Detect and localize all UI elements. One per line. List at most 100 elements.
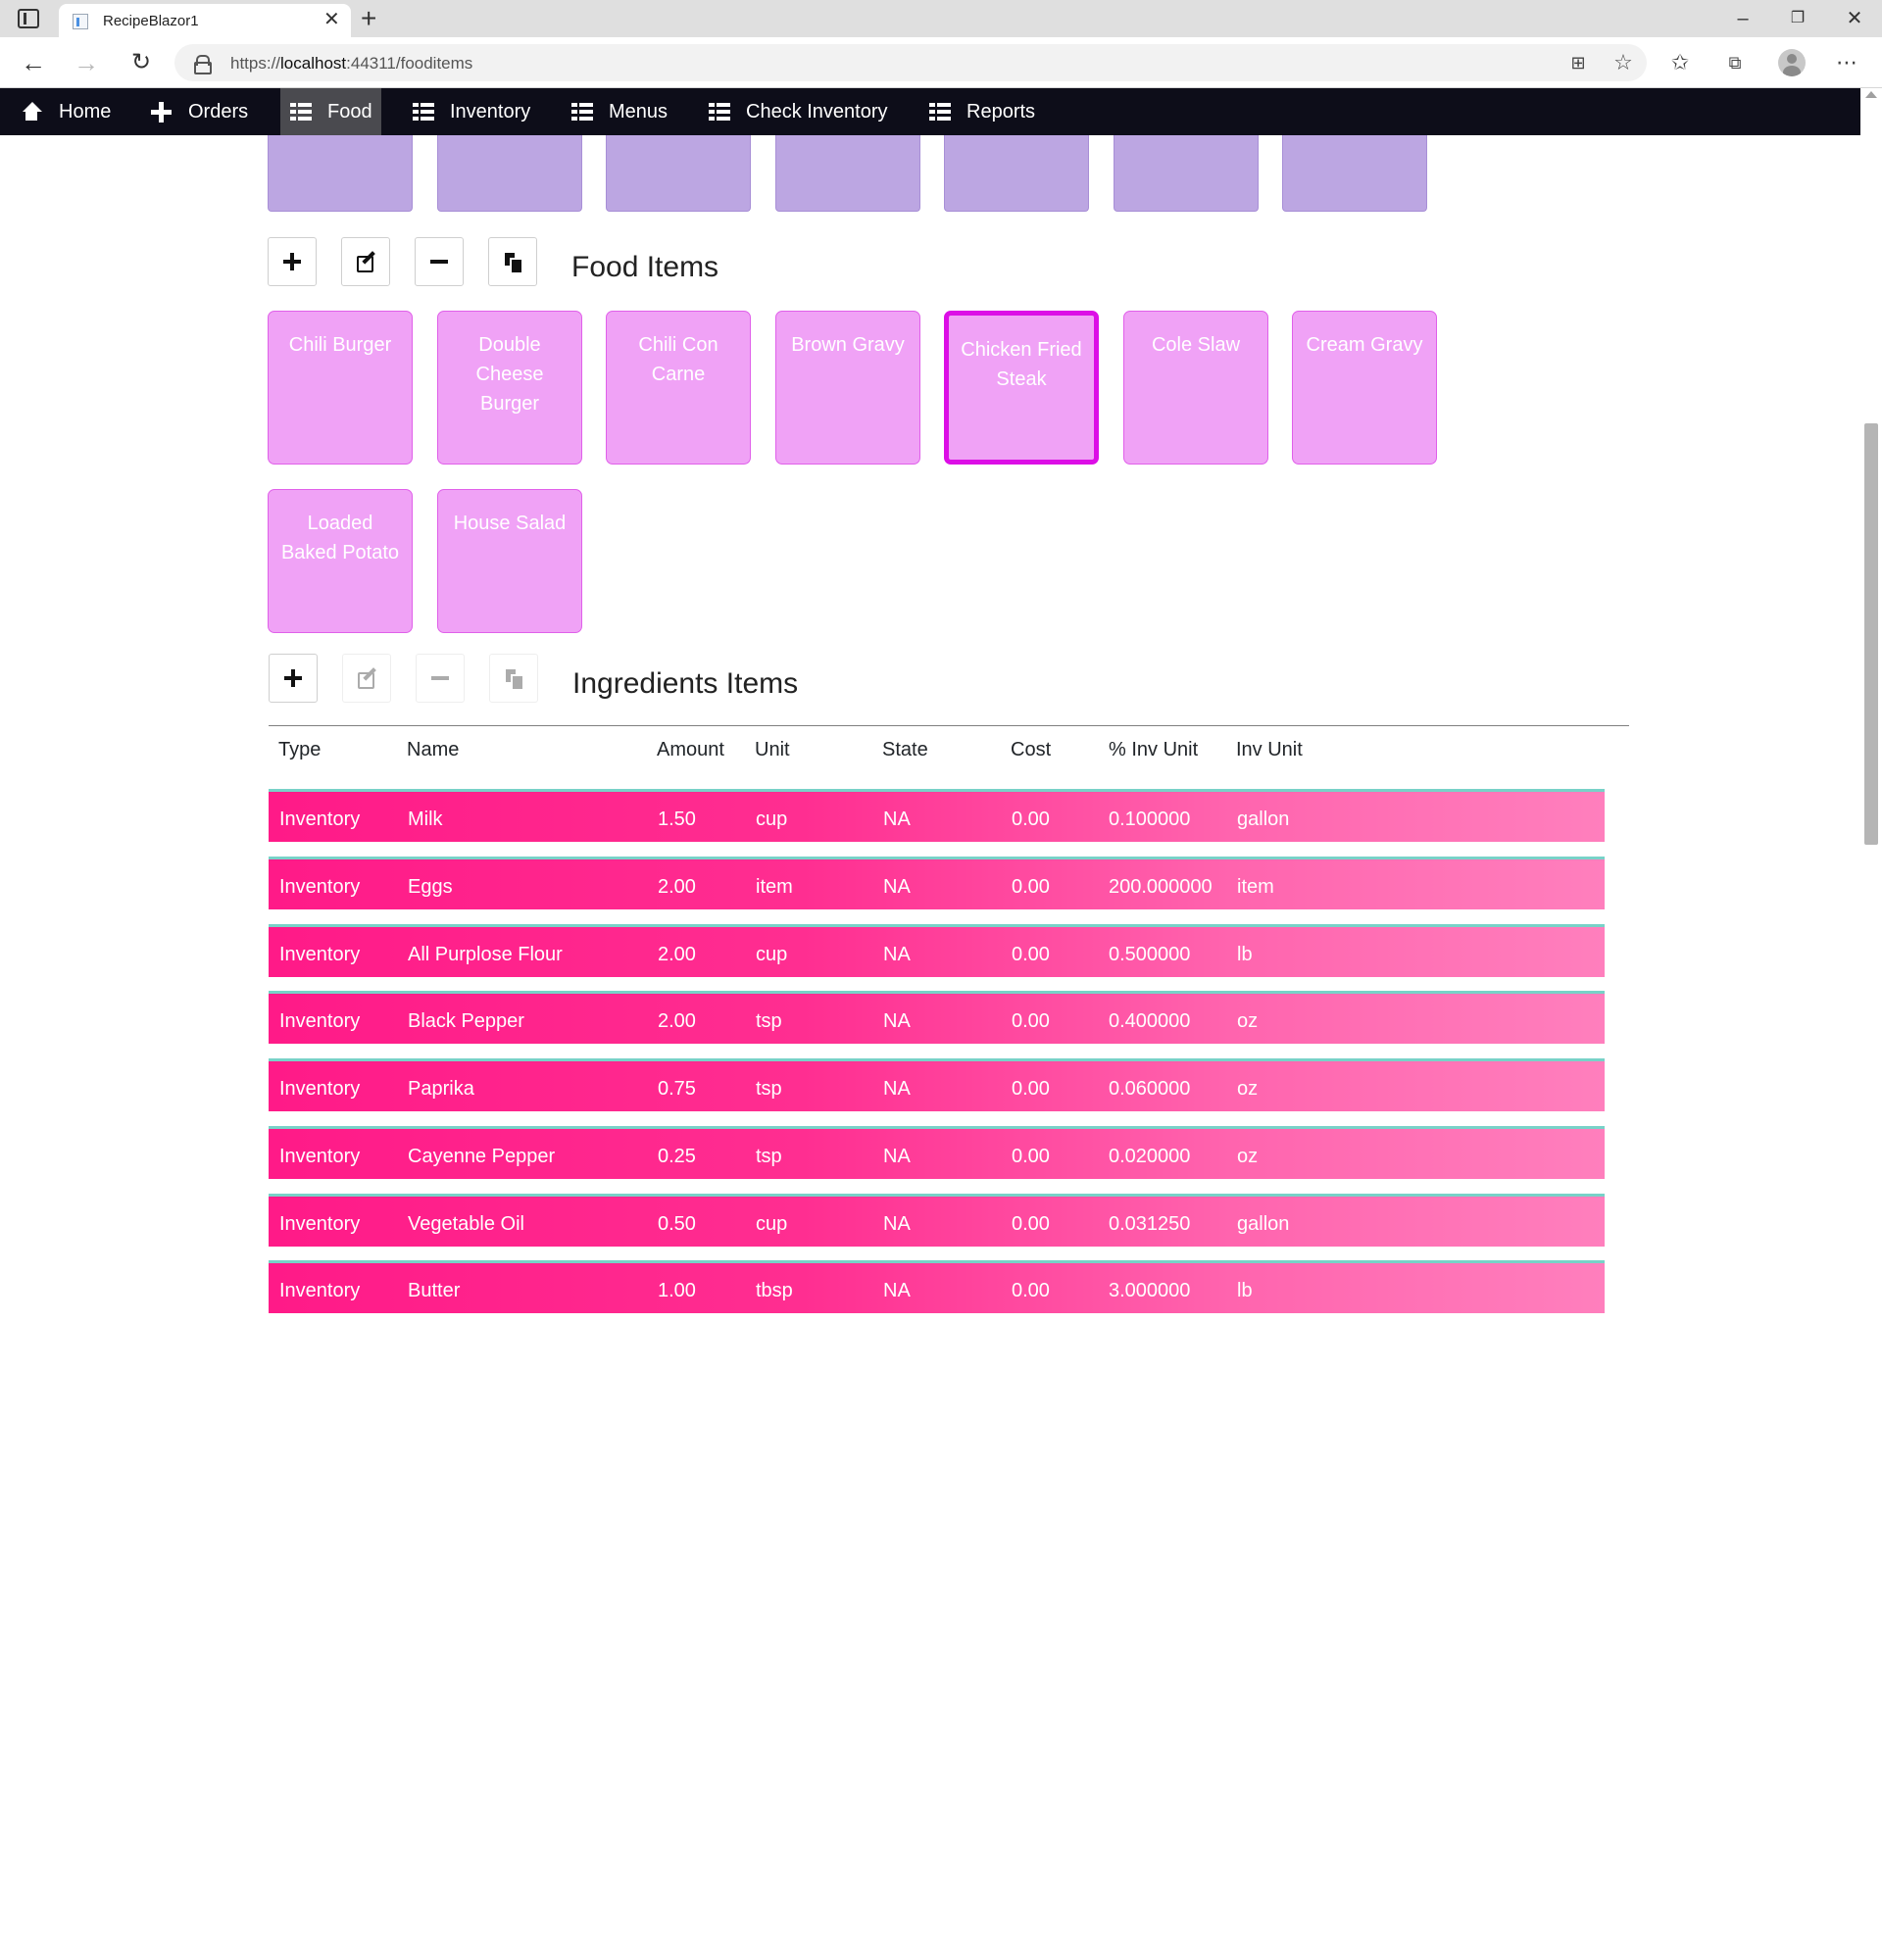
add-favorite-icon[interactable]: ☆ — [1610, 49, 1637, 76]
table-row[interactable]: Inventory Milk 1.50 cup NA 0.00 0.100000… — [269, 789, 1605, 842]
nav-menus-label: Menus — [609, 100, 669, 122]
url-text[interactable]: https://localhost:44311/fooditems — [230, 54, 472, 74]
address-bar[interactable]: https://localhost:44311/fooditems — [174, 44, 1647, 81]
nav-orders[interactable]: Orders — [151, 88, 248, 135]
food-item-tile[interactable]: Chili Con Carne — [606, 311, 751, 465]
cell-type: Inventory — [279, 1280, 361, 1301]
cell-state: NA — [883, 876, 911, 898]
table-divider — [269, 725, 1629, 726]
home-icon — [22, 102, 43, 122]
cell-cost: 0.00 — [1012, 808, 1050, 830]
nav-home[interactable]: Home — [22, 88, 111, 135]
cell-unit: item — [756, 876, 793, 898]
plus-icon — [283, 668, 303, 688]
list-icon — [571, 102, 593, 122]
nav-inventory[interactable]: Inventory — [413, 88, 530, 135]
table-row[interactable]: Inventory Paprika 0.75 tsp NA 0.00 0.060… — [269, 1058, 1605, 1111]
category-tile[interactable] — [1114, 135, 1259, 212]
cell-pct-inv-unit: 0.100000 — [1109, 808, 1191, 830]
window-close-icon[interactable]: ✕ — [1835, 4, 1874, 33]
minus-icon — [429, 252, 449, 271]
column-header: % Inv Unit — [1109, 739, 1199, 760]
lock-icon[interactable] — [194, 55, 212, 74]
food-item-name: Brown Gravy — [791, 334, 905, 356]
category-tile[interactable] — [775, 135, 920, 212]
cell-state: NA — [883, 1280, 911, 1301]
minimize-icon[interactable]: – — [1723, 4, 1762, 33]
ingredients-items-title: Ingredients Items — [572, 667, 799, 700]
column-header: Cost — [1011, 739, 1052, 760]
profile-avatar[interactable] — [1778, 49, 1806, 76]
collections-icon[interactable]: ⧉ — [1721, 49, 1749, 76]
tab-title: RecipeBlazor1 — [103, 13, 199, 29]
copy-icon — [503, 252, 523, 274]
table-row[interactable]: Inventory All Purplose Flour 2.00 cup NA… — [269, 924, 1605, 977]
category-tile[interactable] — [268, 135, 413, 212]
category-tile[interactable] — [437, 135, 582, 212]
plus-icon — [282, 252, 302, 271]
copy-ingredient-button[interactable] — [489, 654, 538, 703]
category-tile[interactable] — [944, 135, 1089, 212]
food-item-tile[interactable]: Cole Slaw — [1123, 311, 1268, 465]
forward-icon[interactable]: → — [69, 45, 104, 80]
tab-actions-icon[interactable] — [18, 9, 39, 28]
table-row[interactable]: Inventory Eggs 2.00 item NA 0.00 200.000… — [269, 857, 1605, 909]
cell-inv-unit: oz — [1237, 1146, 1259, 1167]
scroll-up-icon[interactable] — [1865, 91, 1877, 98]
browser-tab[interactable]: RecipeBlazor1 ✕ — [59, 4, 351, 37]
back-icon[interactable]: ← — [16, 45, 51, 80]
restore-icon[interactable]: ❐ — [1778, 4, 1817, 33]
food-item-tile[interactable]: Loaded Baked Potato — [268, 489, 413, 633]
cell-pct-inv-unit: 0.400000 — [1109, 1010, 1191, 1032]
cell-type: Inventory — [279, 944, 361, 965]
new-tab-icon[interactable]: + — [361, 4, 376, 33]
refresh-icon[interactable]: ↻ — [124, 45, 159, 80]
close-tab-icon[interactable]: ✕ — [323, 10, 340, 29]
app-available-icon[interactable]: ⊞ — [1564, 49, 1592, 76]
page-scrollbar[interactable] — [1860, 88, 1882, 1960]
edit-food-button[interactable] — [341, 237, 390, 286]
favorites-icon[interactable]: ✩ — [1666, 49, 1694, 76]
cell-pct-inv-unit: 0.031250 — [1109, 1213, 1191, 1235]
category-tile[interactable] — [1282, 135, 1427, 212]
edit-ingredient-button[interactable] — [342, 654, 391, 703]
category-tile[interactable] — [606, 135, 751, 212]
more-icon[interactable]: ⋯ — [1833, 49, 1860, 76]
food-item-name: Double Cheese Burger — [475, 334, 544, 415]
add-ingredient-button[interactable] — [269, 654, 318, 703]
nav-menus[interactable]: Menus — [571, 88, 668, 135]
table-row[interactable]: Inventory Black Pepper 2.00 tsp NA 0.00 … — [269, 991, 1605, 1044]
list-icon — [709, 102, 730, 122]
scrollbar-thumb[interactable] — [1864, 423, 1878, 845]
cell-unit: cup — [756, 808, 788, 830]
table-row[interactable]: Inventory Butter 1.00 tbsp NA 0.00 3.000… — [269, 1260, 1605, 1313]
cell-name: Vegetable Oil — [408, 1213, 524, 1235]
food-item-tile[interactable]: Cream Gravy — [1292, 311, 1437, 465]
copy-food-button[interactable] — [488, 237, 537, 286]
food-item-tile-selected[interactable]: Chicken Fried Steak — [944, 311, 1099, 465]
food-item-tile[interactable]: House Salad — [437, 489, 582, 633]
cell-name: Butter — [408, 1280, 461, 1301]
cell-pct-inv-unit: 0.060000 — [1109, 1078, 1191, 1100]
nav-check-inventory[interactable]: Check Inventory — [709, 88, 888, 135]
favicon-icon — [73, 14, 88, 29]
food-item-tile[interactable]: Chili Burger — [268, 311, 413, 465]
food-item-tile[interactable]: Brown Gravy — [775, 311, 920, 465]
table-row[interactable]: Inventory Vegetable Oil 0.50 cup NA 0.00… — [269, 1194, 1605, 1247]
nav-food[interactable]: Food — [280, 88, 381, 135]
remove-ingredient-button[interactable] — [416, 654, 465, 703]
cell-state: NA — [883, 808, 911, 830]
remove-food-button[interactable] — [415, 237, 464, 286]
nav-reports[interactable]: Reports — [929, 88, 1035, 135]
food-item-name: Chili Con Carne — [638, 334, 718, 385]
cell-unit: cup — [756, 944, 788, 965]
cell-name: All Purplose Flour — [408, 944, 563, 965]
food-item-name: Loaded Baked Potato — [280, 513, 400, 564]
cell-amount: 1.50 — [658, 808, 696, 830]
food-item-tile[interactable]: Double Cheese Burger — [437, 311, 582, 465]
browser-tab-strip: RecipeBlazor1 ✕ + – ❐ ✕ — [0, 0, 1882, 37]
edit-icon — [356, 252, 375, 272]
column-header: Unit — [755, 739, 790, 760]
add-food-button[interactable] — [268, 237, 317, 286]
table-row[interactable]: Inventory Cayenne Pepper 0.25 tsp NA 0.0… — [269, 1126, 1605, 1179]
